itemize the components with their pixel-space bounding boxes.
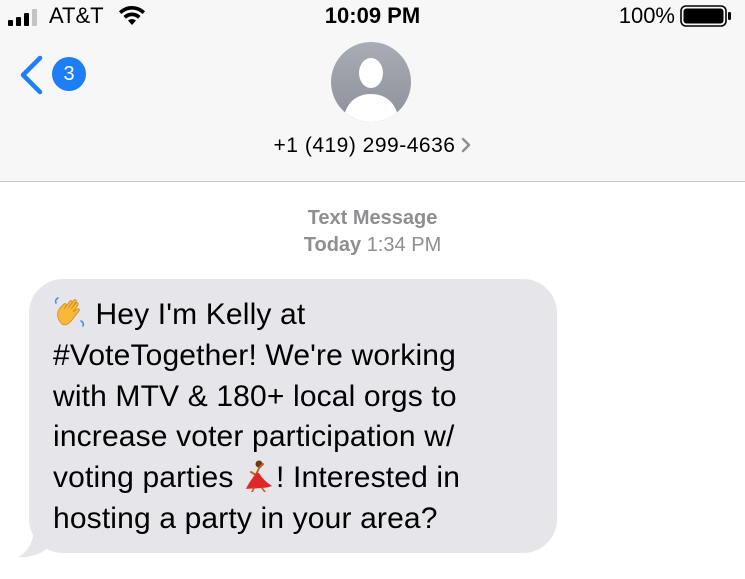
- conversation-header: AT&T 10:09 PM 100% 3 +1 (419) 299-4636: [0, 0, 745, 182]
- contact-avatar[interactable]: [331, 42, 411, 122]
- message-line: voting parties: [53, 461, 243, 495]
- service-label: Text Message: [307, 207, 438, 229]
- timestamp-time: 1:34 PM: [366, 234, 442, 256]
- message-line: increase voter participation w/: [53, 420, 455, 454]
- person-silhouette-icon: [343, 58, 399, 122]
- message-line: #VoteTogether! We're working: [53, 338, 456, 372]
- message-timestamp: Today 1:34 PM: [0, 234, 745, 257]
- message-line: with MTV & 180+ local orgs to: [53, 379, 457, 413]
- message-line: Hey I'm Kelly at: [87, 298, 306, 331]
- chevron-right-icon: [462, 137, 471, 153]
- waving-hand-emoji: [54, 297, 85, 327]
- message-line: hosting a party in your area?: [53, 501, 438, 535]
- message-text: Hey I'm Kelly at #VoteTogether! We're wo…: [53, 295, 539, 540]
- timestamp-day: Today: [303, 234, 362, 256]
- contact-phone-number: +1 (419) 299-4636: [273, 134, 456, 157]
- message-line: ! Interested in: [276, 461, 461, 495]
- chevron-left-icon: [20, 55, 43, 95]
- contact-details-link[interactable]: +1 (419) 299-4636: [0, 134, 745, 158]
- back-button[interactable]: 3: [18, 53, 92, 97]
- battery-full-icon: [680, 5, 731, 27]
- unread-count-badge: 3: [52, 57, 86, 91]
- battery-percentage: 100%: [618, 3, 675, 28]
- status-bar: AT&T 10:09 PM 100%: [0, 0, 745, 34]
- dancing-woman-emoji: [246, 460, 273, 493]
- incoming-message-bubble[interactable]: Hey I'm Kelly at #VoteTogether! We're wo…: [29, 279, 557, 553]
